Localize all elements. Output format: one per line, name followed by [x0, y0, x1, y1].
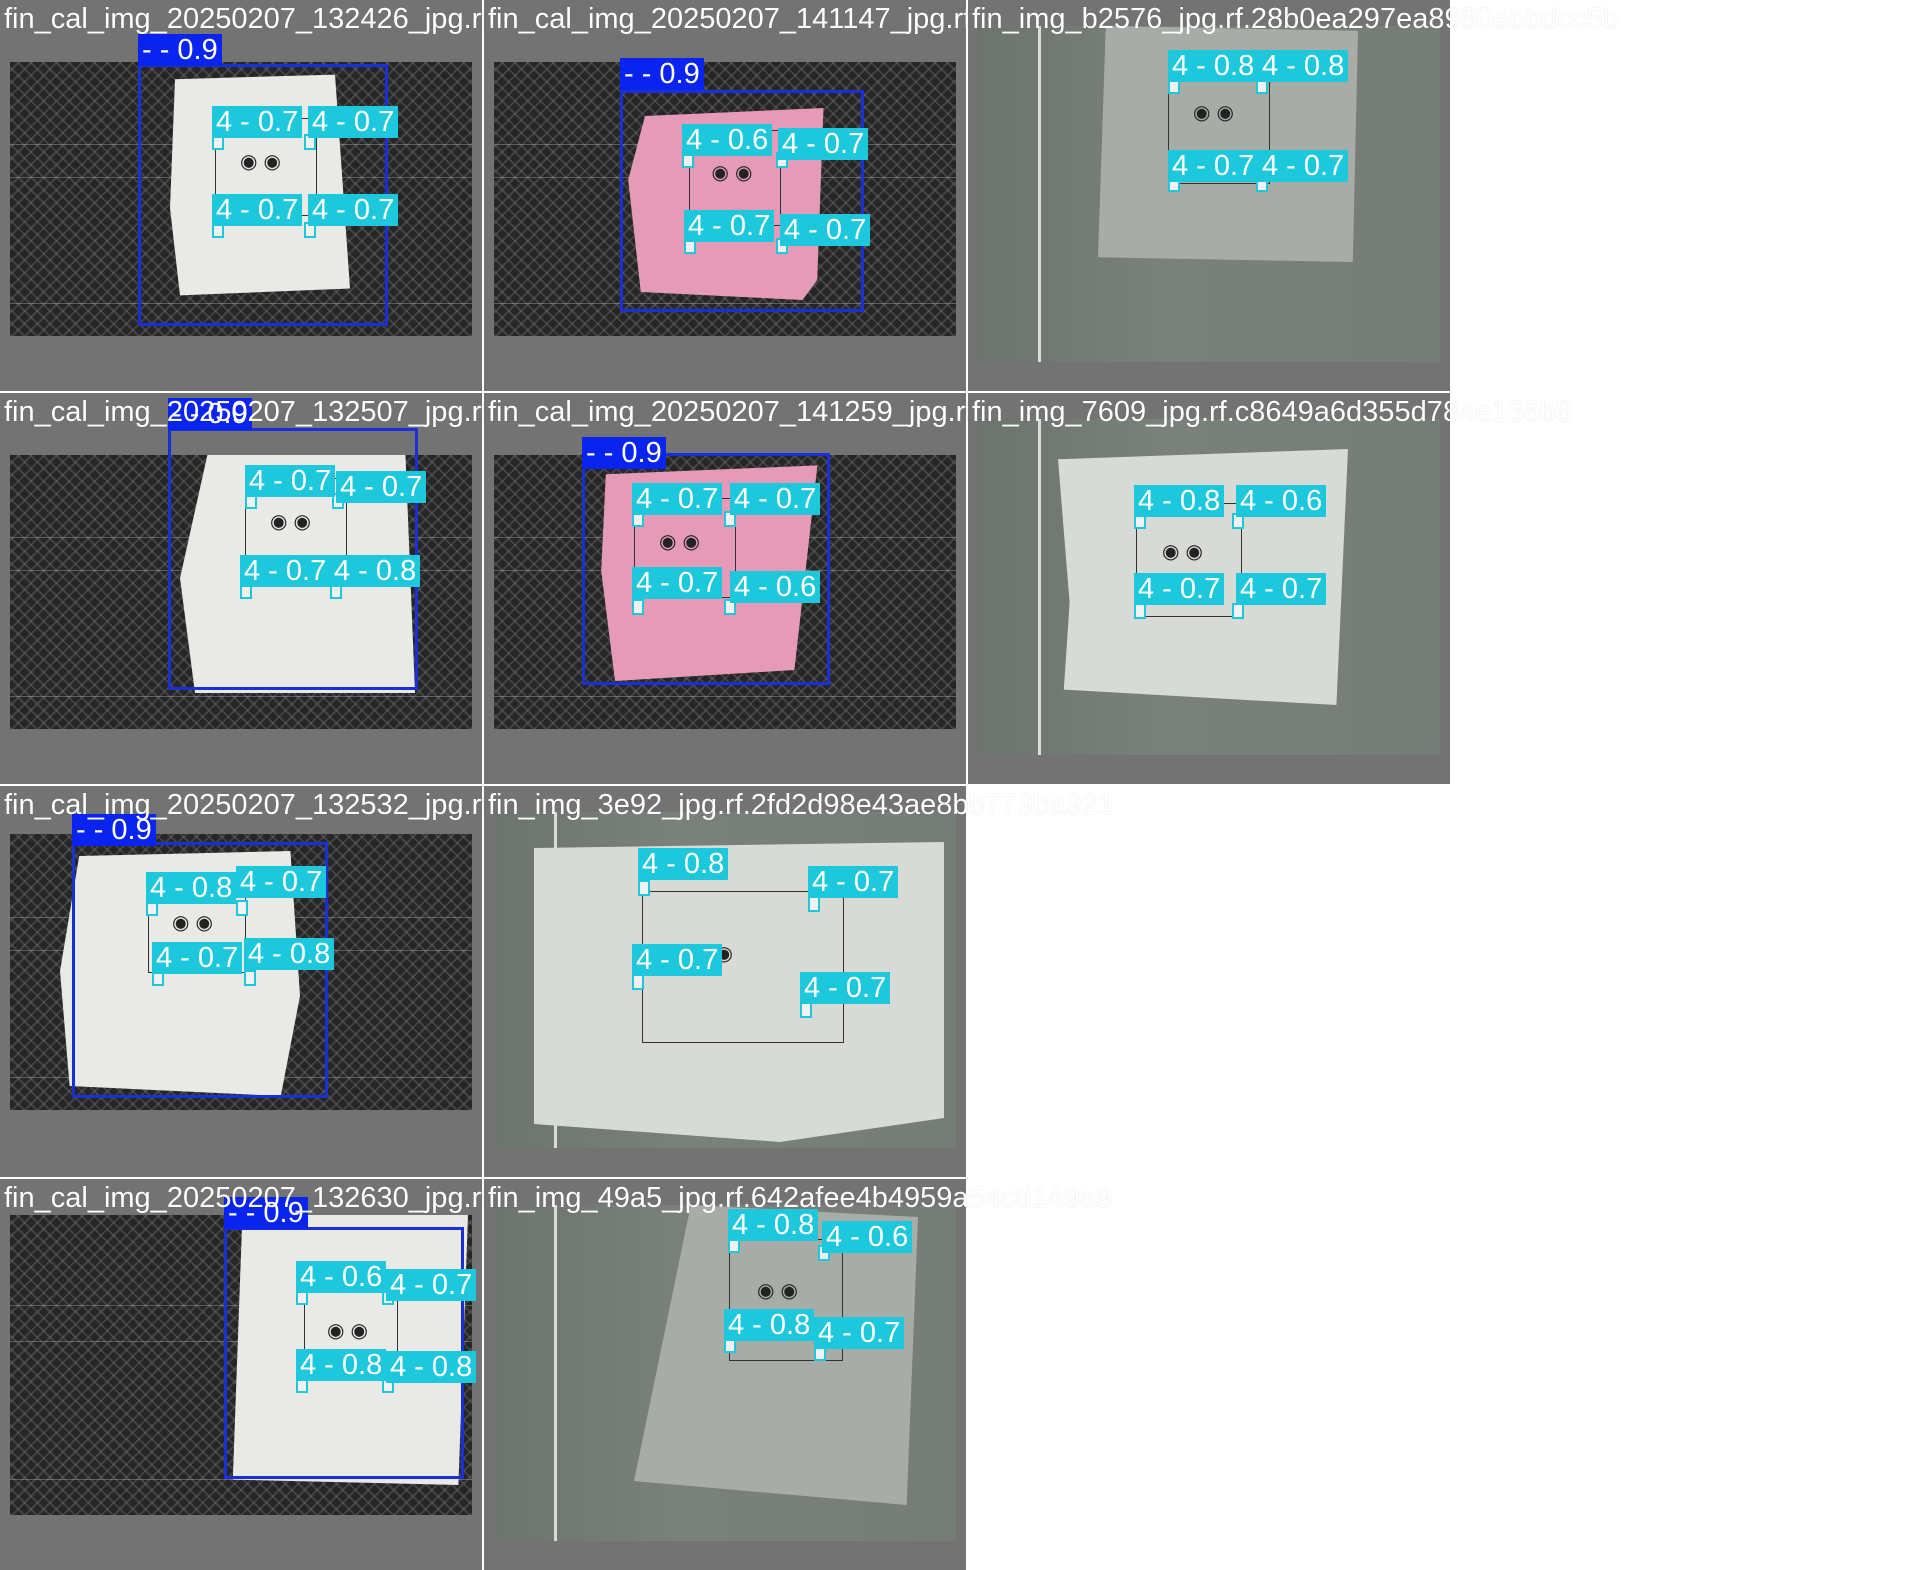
corner-detection-label: 4 - 0.7: [245, 465, 336, 497]
result-tile: ◉◉4 - 0.84 - 0.74 - 0.74 - 0.7fin_img_3e…: [484, 786, 1114, 1177]
corner-detection-label: 4 - 0.7: [386, 1269, 477, 1301]
corner-detection-label: 4 - 0.6: [1236, 485, 1327, 517]
corner-detection-label: 4 - 0.7: [814, 1317, 905, 1349]
corner-detection-label: 4 - 0.7: [336, 471, 427, 503]
corner-detection-label: 4 - 0.7: [632, 944, 723, 976]
corner-keypoint-marker: [244, 970, 256, 986]
corner-detection-label: 4 - 0.6: [822, 1221, 913, 1253]
corner-detection-label: 4 - 0.8: [1168, 50, 1259, 82]
corner-detection-label: 4 - 0.7: [236, 866, 327, 898]
corner-keypoint-marker: [1134, 603, 1146, 619]
corner-detection-label: 4 - 0.8: [296, 1349, 387, 1381]
corner-detection-label: 4 - 0.7: [1134, 573, 1225, 605]
image-filename-title: fin_img_7609_jpg.rf.c8649a6d355d784e136b…: [972, 396, 1572, 428]
corner-detection-label: 4 - 0.7: [632, 567, 723, 599]
face-drawing-icon: ◉◉: [757, 1280, 804, 1302]
corner-detection-label: 4 - 0.8: [724, 1309, 815, 1341]
wall-pole: [1038, 419, 1041, 755]
image-filename-title: fin_cal_img_20250207_141259_jpg.rf.: [488, 396, 982, 428]
image-filename-title: fin_cal_img_20250207_141147_jpg.rf.: [488, 3, 980, 35]
corner-keypoint-marker: [808, 896, 820, 912]
corner-detection-label: 4 - 0.7: [778, 128, 869, 160]
corner-keypoint-marker: [800, 1002, 812, 1018]
corner-detection-label: 4 - 0.7: [684, 210, 775, 242]
corner-detection-label: 4 - 0.7: [152, 942, 243, 974]
result-tile: ◉◉4 - 0.74 - 0.74 - 0.74 - 0.8- - 0.9fin…: [0, 393, 981, 784]
fabric-detection-label: - - 0.9: [582, 437, 666, 469]
result-tile: ◉◉4 - 0.74 - 0.74 - 0.74 - 0.7- - 0.9fin…: [0, 0, 985, 391]
corner-detection-label: 4 - 0.8: [244, 938, 335, 970]
result-tile: ◉◉ 4 - 0.7 4 - 0.7 4 - 0.7 4 - 0.6- - 0.9 fin…: [484, 393, 981, 784]
image-filename-title: fin_img_b2576_jpg.rf.28b0ea297ea8980ebbd…: [972, 3, 1619, 35]
result-tile: ◉◉ 4 - 0.6 4 - 0.7 4 - 0.7 4 - 0.7- - 0.9 fin…: [484, 0, 979, 391]
corner-detection-label: 4 - 0.7: [308, 106, 399, 138]
image-filename-title: fin_cal_img_20250207_132532_jpg.rf.3e92: [4, 789, 562, 821]
corner-detection-label: 4 - 0.8: [638, 848, 729, 880]
corner-keypoint-marker: [632, 974, 644, 990]
corner-detection-label: 4 - 0.7: [1258, 150, 1349, 182]
face-drawing-icon: ◉◉: [1162, 541, 1209, 564]
corner-detection-label: 4 - 0.8: [330, 555, 421, 587]
corner-detection-label: 4 - 0.7: [240, 555, 331, 587]
corner-detection-label: 4 - 0.7: [808, 866, 899, 898]
corner-detection-label: 4 - 0.7: [1236, 573, 1327, 605]
wall-photo: [494, 1205, 956, 1541]
corner-detection-label: 4 - 0.7: [212, 106, 303, 138]
result-tile: ◉◉ 4 - 0.8 4 - 0.8 4 - 0.7 4 - 0.7 fin_img_b2…: [968, 0, 1619, 391]
corner-keypoint-marker: [632, 599, 644, 615]
corner-detection-label: 4 - 0.7: [1168, 150, 1259, 182]
wall-pole: [1038, 26, 1041, 362]
corner-detection-label: 4 - 0.7: [632, 483, 723, 515]
fabric-detection-label: - - 0.9: [620, 58, 704, 90]
image-filename-title: fin_img_49a5_jpg.rf.642afee4b4959a54cd14…: [488, 1182, 1113, 1214]
corner-detection-label: 4 - 0.7: [212, 194, 303, 226]
corner-detection-label: 4 - 0.6: [682, 124, 773, 156]
corner-detection-label: 4 - 0.6: [296, 1261, 387, 1293]
result-tile: ◉◉ 4 - 0.8 4 - 0.7 4 - 0.7 4 - 0.8- - 0.9 fin…: [0, 786, 562, 1177]
corner-detection-label: 4 - 0.7: [800, 972, 891, 1004]
corner-detection-label: 4 - 0.7: [730, 483, 821, 515]
corner-detection-label: 4 - 0.7: [308, 194, 399, 226]
mat-gridline: [10, 696, 472, 697]
corner-detection-label: 4 - 0.7: [780, 214, 871, 246]
face-drawing-icon: ◉◉: [1193, 101, 1240, 124]
image-filename-title: fin_cal_img_20250207_132630_jpg.rf.49a5: [4, 1182, 562, 1214]
result-tile: ◉◉ 4 - 0.8 4 - 0.6 4 - 0.8 4 - 0.7 fin_img_49…: [484, 1179, 1112, 1570]
corner-detection-label: 4 - 0.8: [1258, 50, 1349, 82]
result-tile: ◉◉ 4 - 0.6 4 - 0.7 4 - 0.8 4 - 0.8- - 0.9 fin…: [0, 1179, 562, 1570]
detection-results-grid: ◉◉4 - 0.74 - 0.74 - 0.74 - 0.7- - 0.9fin…: [0, 0, 1920, 1570]
corner-detection-label: 4 - 0.8: [146, 872, 237, 904]
wall-pole: [554, 1205, 557, 1541]
corner-keypoint-marker: [236, 900, 248, 916]
corner-detection-label: 4 - 0.8: [386, 1351, 477, 1383]
corner-keypoint-marker: [638, 880, 650, 896]
image-filename-title: fin_img_3e92_jpg.rf.2fd2d98e43ae8bb779ba…: [488, 789, 1114, 821]
result-tile: ◉◉ 4 - 0.8 4 - 0.6 4 - 0.7 4 - 0.7 fin_img_76…: [968, 393, 1572, 784]
mat-gridline: [494, 696, 956, 697]
corner-keypoint-marker: [1232, 603, 1244, 619]
fabric-detection-label: - - 0.9: [138, 34, 222, 66]
corner-detection-label: 4 - 0.6: [730, 571, 821, 603]
corner-detection-label: 4 - 0.8: [1134, 485, 1225, 517]
